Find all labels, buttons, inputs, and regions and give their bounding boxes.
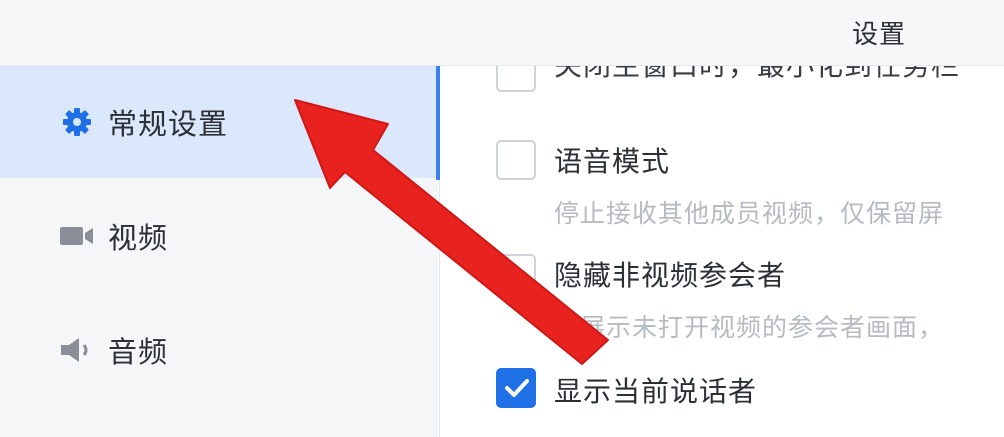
option-label: 关闭主窗口时，最小化到任务栏 (554, 66, 960, 84)
sidebar-item-label: 音频 (108, 335, 169, 369)
show-speaker-checkbox[interactable] (496, 368, 536, 408)
settings-window: 设置 常规设置 视频 音频 语音模式 停止接收其他成员视频，仅保留屏 隐藏非视频… (0, 0, 1004, 437)
sidebar-item-audio[interactable]: 音频 (0, 294, 438, 406)
sidebar-item-label: 视频 (108, 221, 169, 255)
settings-sidebar: 常规设置 视频 音频 (0, 66, 438, 437)
window-title: 设置 (852, 20, 907, 50)
general-settings-panel: 关闭主窗口时，最小化到任务栏 语音模式 停止接收其他成员视频，仅保留屏 隐藏非视… (440, 66, 1004, 437)
hide-non-video-checkbox[interactable] (496, 254, 536, 294)
option-label: 显示当前说话者 (554, 375, 758, 408)
video-camera-icon (58, 219, 96, 253)
option-label: 隐藏非视频参会者 (554, 259, 787, 292)
option-label: 语音模式 (554, 145, 671, 178)
minimize-on-close-checkbox[interactable] (496, 66, 536, 92)
option-description: 停止接收其他成员视频，仅保留屏 (554, 199, 945, 228)
option-description: 不展示未打开视频的参会者画面， (554, 313, 945, 342)
title-bar: 设置 (0, 0, 1004, 66)
sidebar-item-general[interactable]: 常规设置 (0, 66, 438, 178)
checkmark-icon (505, 379, 529, 397)
speaker-icon (58, 333, 96, 367)
sidebar-item-video[interactable]: 视频 (0, 180, 438, 292)
sidebar-item-label: 常规设置 (108, 107, 229, 141)
gear-icon (58, 105, 96, 139)
voice-mode-checkbox[interactable] (496, 140, 536, 180)
